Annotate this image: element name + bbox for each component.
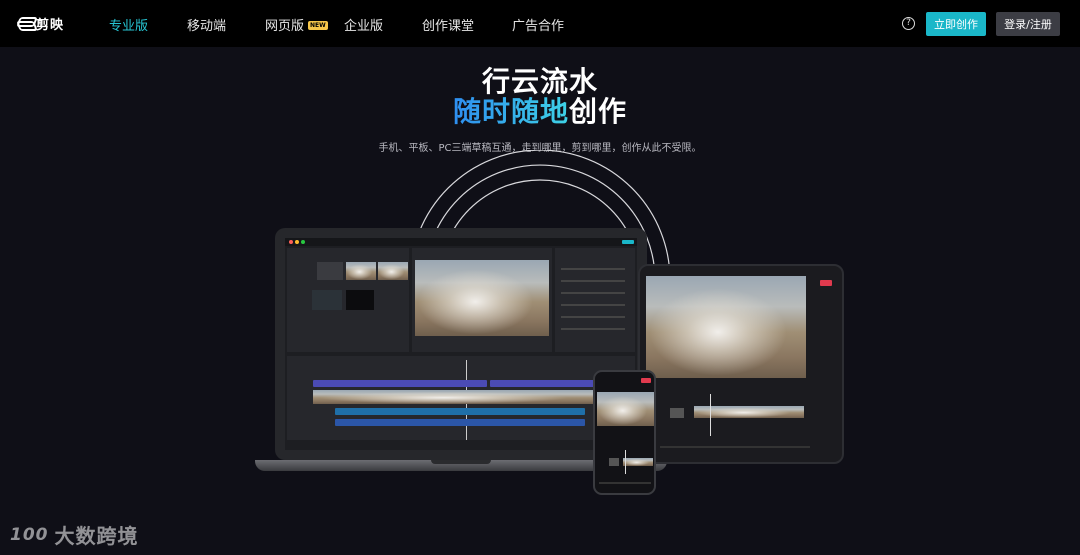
login-register-button[interactable]: 登录/注册	[996, 12, 1060, 36]
nav-item-pro[interactable]: 专业版	[109, 15, 148, 34]
capcut-logo-icon	[18, 17, 32, 31]
nav-item-academy[interactable]: 创作课堂	[422, 15, 474, 34]
tablet-device-image	[638, 264, 844, 464]
nav-item-web[interactable]: 网页版 NEW	[265, 15, 328, 34]
nav-item-enterprise[interactable]: 企业版	[344, 15, 383, 34]
watermark: 100 大数跨境	[10, 520, 139, 549]
nav-item-mobile[interactable]: 移动端	[187, 15, 226, 34]
logo[interactable]: 剪映	[18, 14, 64, 33]
nav-item-ads[interactable]: 广告合作	[512, 15, 564, 34]
desktop-editor-screenshot	[285, 238, 637, 450]
help-icon[interactable]: ?	[902, 17, 915, 30]
hero-title-highlight: 随时随地	[452, 95, 569, 128]
watermark-logo-icon: 100	[10, 524, 49, 545]
new-badge: NEW	[308, 21, 328, 30]
top-nav: 剪映 专业版 移动端 网页版 NEW 企业版 创作课堂 广告合作 ? 立即创作 登…	[0, 0, 1080, 47]
hero-title-line2: 随时随地创作	[0, 90, 1080, 130]
laptop-device-image	[275, 228, 647, 460]
watermark-text: 大数跨境	[54, 524, 139, 548]
laptop-notch	[431, 460, 491, 464]
phone-device-image	[593, 370, 656, 495]
hero-title-rest: 创作	[569, 95, 628, 128]
create-now-button[interactable]: 立即创作	[926, 12, 986, 36]
nav-item-web-label: 网页版	[265, 19, 305, 34]
logo-text: 剪映	[36, 18, 65, 33]
